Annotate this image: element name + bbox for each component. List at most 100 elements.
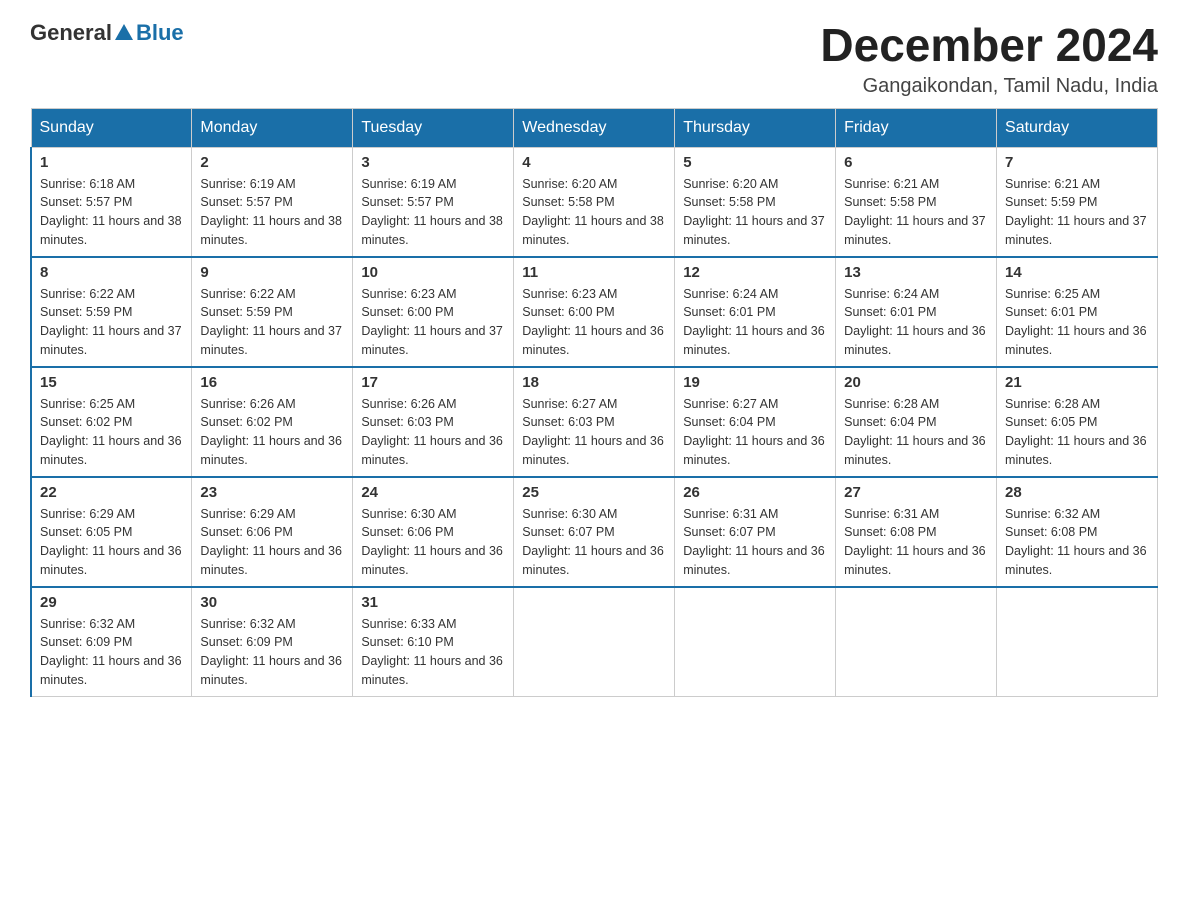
calendar-cell: 25 Sunrise: 6:30 AM Sunset: 6:07 PM Dayl…	[514, 477, 675, 587]
sunrise-label: Sunrise: 6:27 AM	[522, 397, 617, 411]
logo-general: General	[30, 20, 112, 46]
day-number: 20	[844, 374, 988, 391]
calendar-cell: 24 Sunrise: 6:30 AM Sunset: 6:06 PM Dayl…	[353, 477, 514, 587]
column-header-monday: Monday	[192, 108, 353, 147]
calendar-cell	[997, 587, 1158, 697]
sunrise-label: Sunrise: 6:32 AM	[40, 617, 135, 631]
logo-triangle-icon	[113, 22, 135, 44]
day-number: 3	[361, 154, 505, 171]
calendar-cell: 19 Sunrise: 6:27 AM Sunset: 6:04 PM Dayl…	[675, 367, 836, 477]
daylight-label: Daylight: 11 hours and 38 minutes.	[40, 214, 182, 247]
calendar-cell: 16 Sunrise: 6:26 AM Sunset: 6:02 PM Dayl…	[192, 367, 353, 477]
logo-text: General Blue	[30, 20, 184, 46]
sunrise-label: Sunrise: 6:32 AM	[1005, 507, 1100, 521]
calendar-cell: 29 Sunrise: 6:32 AM Sunset: 6:09 PM Dayl…	[31, 587, 192, 697]
day-number: 23	[200, 484, 344, 501]
day-info: Sunrise: 6:27 AM Sunset: 6:04 PM Dayligh…	[683, 395, 827, 470]
sunrise-label: Sunrise: 6:32 AM	[200, 617, 295, 631]
day-info: Sunrise: 6:24 AM Sunset: 6:01 PM Dayligh…	[844, 285, 988, 360]
sunrise-label: Sunrise: 6:19 AM	[200, 177, 295, 191]
day-number: 14	[1005, 264, 1149, 281]
calendar-table: SundayMondayTuesdayWednesdayThursdayFrid…	[30, 108, 1158, 697]
calendar-cell: 10 Sunrise: 6:23 AM Sunset: 6:00 PM Dayl…	[353, 257, 514, 367]
day-info: Sunrise: 6:32 AM Sunset: 6:09 PM Dayligh…	[40, 615, 183, 690]
day-info: Sunrise: 6:25 AM Sunset: 6:02 PM Dayligh…	[40, 395, 183, 470]
day-number: 27	[844, 484, 988, 501]
sunset-label: Sunset: 6:01 PM	[683, 305, 775, 319]
month-title: December 2024	[820, 20, 1158, 71]
sunrise-label: Sunrise: 6:22 AM	[200, 287, 295, 301]
day-info: Sunrise: 6:24 AM Sunset: 6:01 PM Dayligh…	[683, 285, 827, 360]
calendar-cell: 17 Sunrise: 6:26 AM Sunset: 6:03 PM Dayl…	[353, 367, 514, 477]
day-number: 25	[522, 484, 666, 501]
column-header-tuesday: Tuesday	[353, 108, 514, 147]
calendar-cell: 28 Sunrise: 6:32 AM Sunset: 6:08 PM Dayl…	[997, 477, 1158, 587]
daylight-label: Daylight: 11 hours and 37 minutes.	[1005, 214, 1147, 247]
daylight-label: Daylight: 11 hours and 36 minutes.	[844, 324, 986, 357]
sunrise-label: Sunrise: 6:25 AM	[40, 397, 135, 411]
day-number: 13	[844, 264, 988, 281]
sunset-label: Sunset: 6:08 PM	[844, 525, 936, 539]
column-header-thursday: Thursday	[675, 108, 836, 147]
day-number: 6	[844, 154, 988, 171]
calendar-cell: 4 Sunrise: 6:20 AM Sunset: 5:58 PM Dayli…	[514, 147, 675, 257]
calendar-week-row: 22 Sunrise: 6:29 AM Sunset: 6:05 PM Dayl…	[31, 477, 1158, 587]
day-info: Sunrise: 6:26 AM Sunset: 6:02 PM Dayligh…	[200, 395, 344, 470]
sunset-label: Sunset: 6:03 PM	[522, 415, 614, 429]
daylight-label: Daylight: 11 hours and 36 minutes.	[844, 434, 986, 467]
sunrise-label: Sunrise: 6:27 AM	[683, 397, 778, 411]
location-title: Gangaikondan, Tamil Nadu, India	[820, 75, 1158, 98]
sunrise-label: Sunrise: 6:29 AM	[40, 507, 135, 521]
sunrise-label: Sunrise: 6:21 AM	[844, 177, 939, 191]
calendar-week-row: 29 Sunrise: 6:32 AM Sunset: 6:09 PM Dayl…	[31, 587, 1158, 697]
sunset-label: Sunset: 5:59 PM	[40, 305, 132, 319]
sunset-label: Sunset: 5:59 PM	[200, 305, 292, 319]
daylight-label: Daylight: 11 hours and 36 minutes.	[40, 434, 182, 467]
daylight-label: Daylight: 11 hours and 36 minutes.	[200, 544, 342, 577]
sunrise-label: Sunrise: 6:30 AM	[522, 507, 617, 521]
calendar-cell: 1 Sunrise: 6:18 AM Sunset: 5:57 PM Dayli…	[31, 147, 192, 257]
daylight-label: Daylight: 11 hours and 36 minutes.	[40, 544, 182, 577]
day-number: 12	[683, 264, 827, 281]
calendar-cell: 14 Sunrise: 6:25 AM Sunset: 6:01 PM Dayl…	[997, 257, 1158, 367]
daylight-label: Daylight: 11 hours and 36 minutes.	[1005, 434, 1147, 467]
calendar-cell: 9 Sunrise: 6:22 AM Sunset: 5:59 PM Dayli…	[192, 257, 353, 367]
daylight-label: Daylight: 11 hours and 37 minutes.	[200, 324, 342, 357]
day-info: Sunrise: 6:20 AM Sunset: 5:58 PM Dayligh…	[683, 175, 827, 250]
calendar-cell: 26 Sunrise: 6:31 AM Sunset: 6:07 PM Dayl…	[675, 477, 836, 587]
daylight-label: Daylight: 11 hours and 36 minutes.	[1005, 324, 1147, 357]
daylight-label: Daylight: 11 hours and 36 minutes.	[522, 324, 664, 357]
day-info: Sunrise: 6:31 AM Sunset: 6:07 PM Dayligh…	[683, 505, 827, 580]
title-area: December 2024 Gangaikondan, Tamil Nadu, …	[820, 20, 1158, 98]
sunset-label: Sunset: 6:06 PM	[361, 525, 453, 539]
sunset-label: Sunset: 6:02 PM	[40, 415, 132, 429]
calendar-cell: 5 Sunrise: 6:20 AM Sunset: 5:58 PM Dayli…	[675, 147, 836, 257]
sunset-label: Sunset: 5:59 PM	[1005, 195, 1097, 209]
sunset-label: Sunset: 6:08 PM	[1005, 525, 1097, 539]
calendar-cell: 21 Sunrise: 6:28 AM Sunset: 6:05 PM Dayl…	[997, 367, 1158, 477]
sunset-label: Sunset: 6:02 PM	[200, 415, 292, 429]
sunrise-label: Sunrise: 6:31 AM	[844, 507, 939, 521]
sunrise-label: Sunrise: 6:26 AM	[361, 397, 456, 411]
calendar-cell: 15 Sunrise: 6:25 AM Sunset: 6:02 PM Dayl…	[31, 367, 192, 477]
day-info: Sunrise: 6:25 AM Sunset: 6:01 PM Dayligh…	[1005, 285, 1149, 360]
logo-blue: Blue	[136, 20, 184, 46]
day-number: 26	[683, 484, 827, 501]
sunset-label: Sunset: 6:09 PM	[40, 635, 132, 649]
sunset-label: Sunset: 5:57 PM	[361, 195, 453, 209]
sunrise-label: Sunrise: 6:29 AM	[200, 507, 295, 521]
daylight-label: Daylight: 11 hours and 36 minutes.	[40, 654, 182, 687]
day-number: 2	[200, 154, 344, 171]
sunrise-label: Sunrise: 6:31 AM	[683, 507, 778, 521]
calendar-cell: 11 Sunrise: 6:23 AM Sunset: 6:00 PM Dayl…	[514, 257, 675, 367]
daylight-label: Daylight: 11 hours and 36 minutes.	[200, 654, 342, 687]
day-info: Sunrise: 6:19 AM Sunset: 5:57 PM Dayligh…	[200, 175, 344, 250]
day-info: Sunrise: 6:32 AM Sunset: 6:09 PM Dayligh…	[200, 615, 344, 690]
day-info: Sunrise: 6:21 AM Sunset: 5:59 PM Dayligh…	[1005, 175, 1149, 250]
day-number: 7	[1005, 154, 1149, 171]
day-info: Sunrise: 6:33 AM Sunset: 6:10 PM Dayligh…	[361, 615, 505, 690]
sunrise-label: Sunrise: 6:28 AM	[1005, 397, 1100, 411]
day-number: 9	[200, 264, 344, 281]
day-info: Sunrise: 6:23 AM Sunset: 6:00 PM Dayligh…	[361, 285, 505, 360]
sunset-label: Sunset: 5:57 PM	[200, 195, 292, 209]
